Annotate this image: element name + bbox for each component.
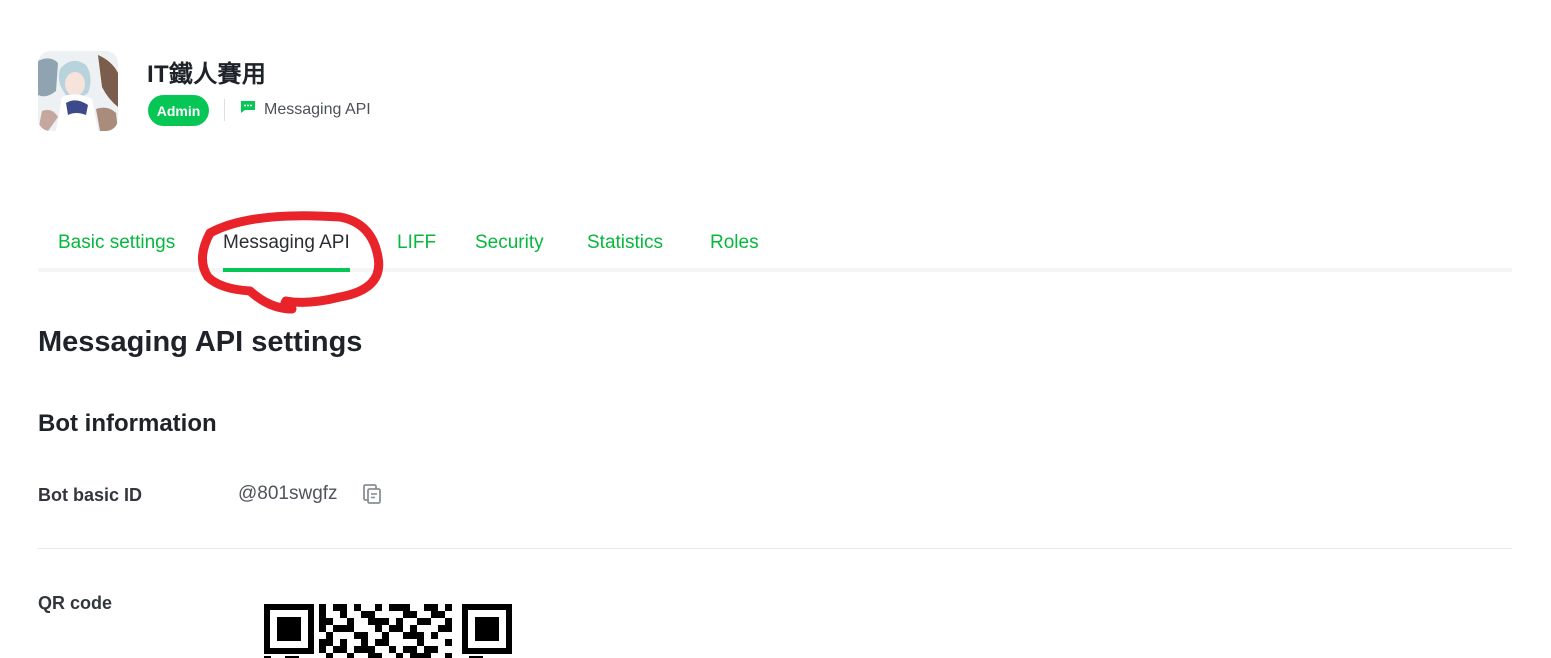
qr-code-label: QR code xyxy=(38,593,113,613)
section-heading-bot-information: Bot information xyxy=(38,410,217,437)
bot-basic-id-value: @801swgfz xyxy=(238,483,338,504)
row-divider xyxy=(38,548,1512,549)
channel-avatar xyxy=(38,51,118,131)
channel-type: Messaging API xyxy=(240,100,371,119)
settings-tabs: Basic settings Messaging API LIFF Securi… xyxy=(38,222,1512,272)
copy-icon[interactable] xyxy=(361,483,383,505)
channel-settings-page: IT鐵人賽用 Admin Messaging API Basic setting… xyxy=(0,0,1551,658)
tab-roles[interactable]: Roles xyxy=(710,222,759,268)
tab-messaging-api[interactable]: Messaging API xyxy=(223,222,350,272)
bot-basic-id-label: Bot basic ID xyxy=(38,485,143,505)
role-badge: Admin xyxy=(148,95,209,126)
tab-liff[interactable]: LIFF xyxy=(397,222,436,268)
channel-type-label: Messaging API xyxy=(264,100,371,118)
channel-name: IT鐵人賽用 xyxy=(147,61,267,88)
tab-security[interactable]: Security xyxy=(475,222,544,268)
page-title: Messaging API settings xyxy=(38,326,363,358)
qr-code-image xyxy=(264,604,512,658)
tab-basic-settings[interactable]: Basic settings xyxy=(58,222,175,268)
chat-bubble-icon xyxy=(240,100,256,119)
header-divider xyxy=(224,99,225,121)
tab-statistics[interactable]: Statistics xyxy=(587,222,663,268)
